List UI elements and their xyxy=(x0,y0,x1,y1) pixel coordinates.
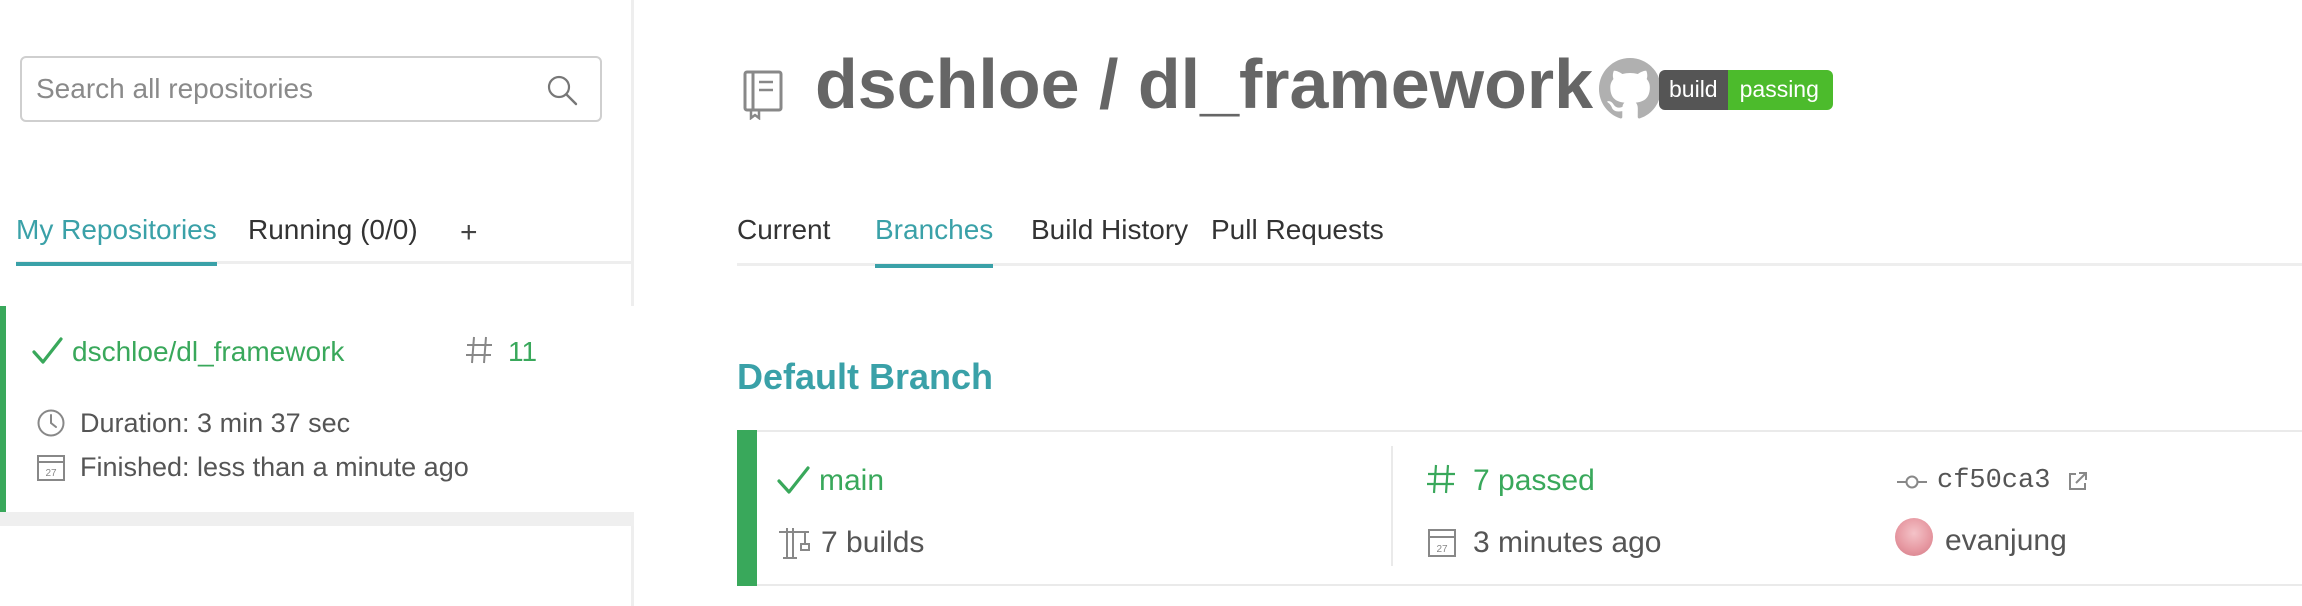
svg-text:27: 27 xyxy=(1436,544,1448,555)
tab-pull-requests[interactable]: Pull Requests xyxy=(1211,214,1384,268)
calendar-icon: 27 xyxy=(1428,529,1456,557)
hash-icon xyxy=(466,336,492,364)
status-strip xyxy=(737,430,757,586)
repo-card-finished: Finished: less than a minute ago xyxy=(80,452,469,482)
page-title: dschloe / dl_framework xyxy=(815,45,1594,123)
branch-name[interactable]: main xyxy=(819,464,884,498)
check-icon xyxy=(32,337,63,364)
tab-current[interactable]: Current xyxy=(737,214,830,268)
search-input[interactable] xyxy=(36,58,536,120)
repo-card-duration: Duration: 3 min 37 sec xyxy=(80,408,351,438)
branch-time: 3 minutes ago xyxy=(1473,526,1662,559)
travis-ci-page: My Repositories Running (0/0) + dschloe/… xyxy=(0,0,2302,606)
branch-builds: 7 builds xyxy=(821,526,925,559)
calendar-icon: 27 xyxy=(37,455,65,481)
clock-icon xyxy=(37,409,65,437)
badge-label: build xyxy=(1659,70,1728,110)
crane-icon xyxy=(779,528,810,559)
check-icon xyxy=(777,466,810,494)
tab-build-history[interactable]: Build History xyxy=(1031,214,1188,268)
default-branch-row[interactable]: main 7 builds 7 passed 27 3 minutes ago … xyxy=(737,430,2302,586)
commit-sha[interactable]: cf50ca3 xyxy=(1937,466,2050,496)
github-icon[interactable] xyxy=(1599,58,1661,120)
search-box[interactable] xyxy=(20,56,602,122)
hash-icon xyxy=(1427,464,1455,494)
badge-status: passing xyxy=(1727,70,1833,110)
commit-author: evanjung xyxy=(1945,524,2067,557)
repo-card-name[interactable]: dschloe/dl_framework xyxy=(72,336,344,368)
repo-card-shadow xyxy=(0,512,634,526)
default-branch-heading: Default Branch xyxy=(737,356,994,397)
tab-add[interactable]: + xyxy=(460,216,478,268)
external-link-icon[interactable] xyxy=(2067,470,2089,492)
main-content: dschloe / dl_framework build passing Cur… xyxy=(637,0,2302,606)
main-tabs: Current Branches Build History Pull Requ… xyxy=(737,210,2302,268)
tab-my-repositories[interactable]: My Repositories xyxy=(16,214,217,266)
divider xyxy=(1391,446,1393,566)
repo-card-build-number[interactable]: 11 xyxy=(508,336,537,368)
build-status-badge[interactable]: build passing xyxy=(1659,70,1833,110)
tab-running[interactable]: Running (0/0) xyxy=(248,214,418,266)
sidebar: My Repositories Running (0/0) + dschloe/… xyxy=(0,0,634,606)
avatar xyxy=(1895,518,1933,556)
svg-text:27: 27 xyxy=(45,468,57,479)
commit-icon xyxy=(1897,475,1927,489)
branch-passed-count[interactable]: 7 passed xyxy=(1473,464,1595,498)
repo-card[interactable]: dschloe/dl_framework 11 Duration: 3 min … xyxy=(0,306,634,512)
sidebar-tabs: My Repositories Running (0/0) + xyxy=(16,206,634,266)
repo-book-icon xyxy=(743,70,783,120)
tab-branches[interactable]: Branches xyxy=(875,214,994,268)
search-icon[interactable] xyxy=(546,74,578,106)
